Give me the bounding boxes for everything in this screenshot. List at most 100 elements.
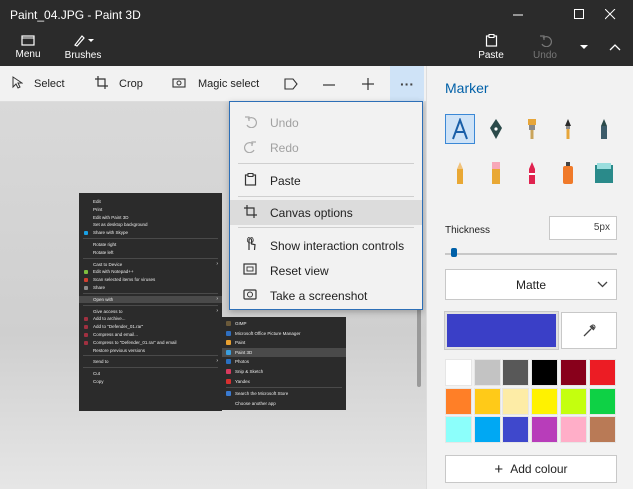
collapse-ribbon-button[interactable] — [604, 28, 626, 66]
paste-button[interactable]: Paste — [474, 28, 508, 66]
color-swatch[interactable] — [559, 387, 587, 415]
color-swatch[interactable] — [502, 359, 530, 386]
minimize-icon — [512, 14, 523, 15]
spray-can-brush[interactable] — [553, 158, 583, 188]
color-swatch[interactable] — [588, 359, 616, 386]
finish-dropdown[interactable]: Matte — [445, 269, 617, 300]
context-menu-item: Copy — [93, 379, 104, 384]
context-menu-item: Restore previous versions — [93, 347, 146, 353]
select-tool[interactable]: Select — [12, 66, 65, 102]
fill-brush[interactable] — [589, 158, 619, 188]
menu-item-undo[interactable]: Undo — [230, 110, 422, 135]
context-menu-item: Add to archive... — [79, 315, 222, 322]
brushes-label: Brushes — [64, 49, 102, 61]
magic-select-tool[interactable]: Magic select — [172, 66, 259, 102]
color-swatch[interactable] — [445, 416, 472, 443]
color-swatch[interactable] — [445, 387, 472, 415]
color-swatch[interactable] — [531, 387, 559, 415]
add-colour-button[interactable]: + Add colour — [445, 455, 617, 483]
menu-divider — [83, 367, 218, 369]
chevron-right-icon: › — [216, 295, 218, 302]
view-3d-button[interactable] — [284, 66, 298, 102]
crop-tool[interactable]: Crop — [95, 66, 143, 102]
eraser-icon — [492, 162, 500, 184]
menu-item-label: Canvas options — [270, 205, 353, 220]
app-icon — [84, 286, 88, 290]
menu-label: Menu — [15, 49, 41, 60]
menu-item-take-screenshot[interactable]: Take a screenshot — [230, 283, 422, 308]
brushes-button[interactable]: Brushes — [60, 28, 106, 66]
color-swatch[interactable] — [559, 416, 587, 443]
thickness-slider-thumb[interactable] — [451, 248, 457, 257]
chevron-right-icon: › — [216, 307, 218, 314]
menu-item-label: Undo — [270, 115, 299, 130]
watercolor-icon — [565, 119, 571, 139]
eraser-brush[interactable] — [481, 158, 511, 188]
window-title: Paint_04.JPG - Paint 3D — [10, 8, 141, 22]
thickness-label: Thickness — [445, 225, 491, 236]
redo-icon — [230, 140, 270, 156]
color-swatch[interactable] — [531, 359, 559, 386]
canvas-image-context-menu: Edit Print Edit with Paint 3D Set as deskto… — [79, 193, 222, 411]
menu-divider — [226, 387, 342, 389]
calligraphy-pen-brush[interactable] — [445, 114, 475, 144]
submenu-item: Search the Microsoft Store — [222, 389, 346, 398]
context-menu-item: Share — [79, 284, 222, 291]
app-icon — [226, 330, 231, 336]
close-button[interactable] — [587, 0, 633, 28]
thickness-slider[interactable] — [445, 253, 617, 255]
color-swatch[interactable] — [559, 359, 587, 386]
magic-select-icon — [172, 76, 187, 92]
watercolor-brush[interactable] — [553, 114, 583, 144]
menu-button[interactable]: Menu — [8, 28, 48, 66]
color-swatch[interactable] — [473, 416, 501, 443]
context-menu-item: Scan selected items for viruses — [79, 276, 222, 283]
menu-item-label: Reset view — [270, 263, 329, 278]
menu-item-reset-view[interactable]: Reset view — [230, 258, 422, 283]
eyedropper-button[interactable] — [561, 312, 617, 349]
plus-icon: + — [494, 460, 504, 478]
context-menu-item: Open with › — [79, 295, 222, 303]
color-swatch[interactable] — [588, 387, 616, 415]
thickness-input[interactable]: 5px — [549, 216, 617, 240]
menu-divider — [238, 196, 414, 197]
color-swatch[interactable] — [445, 359, 472, 386]
undo-button[interactable]: Undo — [528, 28, 562, 66]
pencil-brush[interactable] — [445, 158, 475, 188]
camera-icon — [230, 288, 270, 303]
pixel-pen-brush[interactable] — [589, 114, 619, 144]
minimize-button[interactable] — [495, 0, 541, 28]
pencil-icon — [457, 162, 463, 184]
app-icon — [226, 349, 231, 355]
menu-item-canvas-options[interactable]: Canvas options — [230, 200, 422, 225]
crayon-brush[interactable] — [517, 158, 547, 188]
zoom-in-button[interactable] — [361, 66, 375, 102]
reset-view-icon — [230, 263, 270, 278]
color-swatch[interactable] — [588, 416, 616, 443]
submenu-item: Photos — [222, 357, 346, 366]
submenu-item: Paint — [222, 338, 346, 347]
more-options-button[interactable]: ··· — [390, 66, 424, 102]
fountain-pen-icon — [490, 119, 502, 139]
canvas-icon — [230, 204, 270, 221]
oil-brush[interactable] — [517, 114, 547, 144]
app-icon — [226, 321, 231, 326]
chevron-down-icon — [580, 44, 588, 49]
color-swatch[interactable] — [531, 416, 559, 443]
current-color-swatch[interactable] — [444, 311, 559, 350]
menu-item-show-interaction-controls[interactable]: Show interaction controls — [230, 233, 422, 258]
menu-divider — [238, 163, 414, 164]
app-icon — [226, 340, 231, 346]
menu-item-redo[interactable]: Redo — [230, 135, 422, 160]
color-swatch[interactable] — [473, 359, 501, 386]
app-icon — [84, 333, 88, 337]
color-swatch[interactable] — [502, 416, 530, 443]
color-swatch[interactable] — [473, 387, 501, 415]
color-swatch[interactable] — [502, 387, 530, 415]
zoom-out-button[interactable] — [322, 66, 336, 102]
menu-divider — [83, 292, 218, 294]
pen-brush[interactable] — [481, 114, 511, 144]
menu-item-paste[interactable]: Paste — [230, 168, 422, 193]
history-dropdown-button[interactable] — [574, 28, 594, 66]
app-icon — [84, 317, 88, 322]
